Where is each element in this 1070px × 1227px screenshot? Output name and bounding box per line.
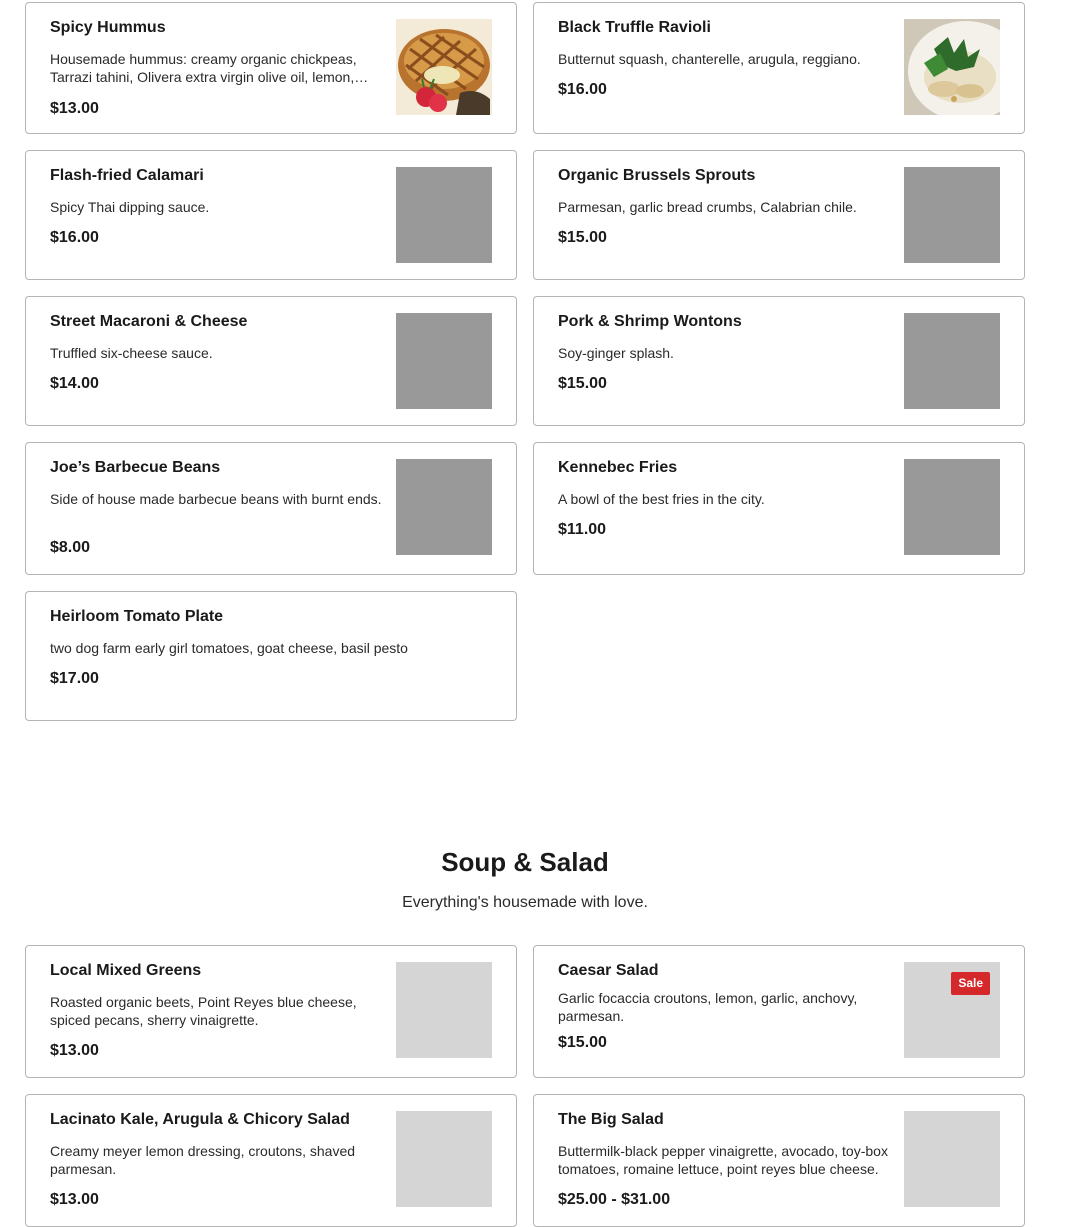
item-name: Heirloom Tomato Plate bbox=[50, 608, 224, 625]
item-description: Truffled six-cheese sauce. bbox=[50, 345, 213, 361]
menu-item-card[interactable]: Local Mixed Greens Roasted organic beets… bbox=[25, 945, 517, 1078]
item-description: Butternut squash, chanterelle, arugula, … bbox=[558, 51, 861, 67]
item-name: Pork & Shrimp Wontons bbox=[558, 313, 742, 330]
image-placeholder: Sale bbox=[904, 962, 1000, 1058]
menu-item-card[interactable]: Joe’s Barbecue Beans Side of house made … bbox=[25, 442, 517, 575]
image-placeholder bbox=[396, 962, 492, 1058]
item-description: A bowl of the best fries in the city. bbox=[558, 491, 765, 507]
image-placeholder bbox=[396, 459, 492, 555]
menu-item-card[interactable]: Kennebec Fries A bowl of the best fries … bbox=[533, 442, 1025, 575]
item-price: $16.00 bbox=[50, 229, 99, 246]
image-placeholder bbox=[396, 313, 492, 409]
item-name: Street Macaroni & Cheese bbox=[50, 313, 248, 330]
menu-item-card[interactable]: Heirloom Tomato Plate two dog farm early… bbox=[25, 591, 517, 721]
item-description: two dog farm early girl tomatoes, goat c… bbox=[50, 640, 408, 656]
menu-item-card[interactable]: Spicy Hummus Housemade hummus: creamy or… bbox=[25, 2, 517, 134]
item-image-hummus bbox=[396, 19, 492, 115]
item-description: Side of house made barbecue beans with b… bbox=[50, 491, 382, 507]
image-placeholder bbox=[904, 313, 1000, 409]
item-description: Soy-ginger splash. bbox=[558, 345, 674, 361]
menu-item-card[interactable]: Organic Brussels Sprouts Parmesan, garli… bbox=[533, 150, 1025, 280]
item-price: $13.00 bbox=[50, 1191, 99, 1208]
item-name: Local Mixed Greens bbox=[50, 962, 202, 979]
image-placeholder bbox=[904, 1111, 1000, 1207]
item-name: Spicy Hummus bbox=[50, 19, 166, 36]
image-placeholder bbox=[396, 1111, 492, 1207]
item-name: Black Truffle Ravioli bbox=[558, 19, 711, 36]
item-name: Kennebec Fries bbox=[558, 459, 678, 476]
menu-item-card[interactable]: Pork & Shrimp Wontons Soy-ginger splash.… bbox=[533, 296, 1025, 426]
section-title: Soup & Salad bbox=[441, 847, 609, 877]
item-price: $15.00 bbox=[558, 1034, 607, 1051]
image-placeholder bbox=[396, 167, 492, 263]
item-description: Spicy Thai dipping sauce. bbox=[50, 199, 210, 215]
item-name: Joe’s Barbecue Beans bbox=[50, 459, 221, 476]
item-name: Lacinato Kale, Arugula & Chicory Salad bbox=[50, 1111, 350, 1128]
menu-item-card[interactable]: Flash-fried Calamari Spicy Thai dipping … bbox=[25, 150, 517, 280]
item-price: $13.00 bbox=[50, 100, 99, 117]
item-name: Flash-fried Calamari bbox=[50, 167, 204, 184]
item-image-ravioli bbox=[904, 19, 1000, 115]
item-price: $14.00 bbox=[50, 375, 99, 392]
item-description: Housemade hummus: creamy organic chickpe… bbox=[50, 51, 357, 85]
menu-item-card[interactable]: Lacinato Kale, Arugula & Chicory Salad C… bbox=[25, 1094, 517, 1227]
item-name: Organic Brussels Sprouts bbox=[558, 167, 756, 184]
item-price: $15.00 bbox=[558, 229, 607, 246]
item-name: The Big Salad bbox=[558, 1111, 664, 1128]
item-price: $13.00 bbox=[50, 1042, 99, 1059]
item-price: $16.00 bbox=[558, 81, 607, 98]
item-price: $15.00 bbox=[558, 375, 607, 392]
menu-item-card[interactable]: Street Macaroni & Cheese Truffled six-ch… bbox=[25, 296, 517, 426]
item-price: $17.00 bbox=[50, 670, 99, 687]
item-description: Parmesan, garlic bread crumbs, Calabrian… bbox=[558, 199, 857, 215]
item-name: Caesar Salad bbox=[558, 962, 659, 979]
menu-item-card[interactable]: Black Truffle Ravioli Butternut squash, … bbox=[533, 2, 1025, 134]
item-description: Buttermilk-black pepper vinaigrette, avo… bbox=[558, 1143, 888, 1177]
item-description: Roasted organic beets, Point Reyes blue … bbox=[50, 994, 357, 1028]
image-placeholder bbox=[904, 459, 1000, 555]
menu-item-card[interactable]: Caesar Salad Garlic focaccia croutons, l… bbox=[533, 945, 1025, 1078]
item-description: Garlic focaccia croutons, lemon, garlic,… bbox=[558, 990, 858, 1024]
menu-item-card[interactable]: The Big Salad Buttermilk-black pepper vi… bbox=[533, 1094, 1025, 1227]
sale-badge: Sale bbox=[951, 972, 990, 995]
item-price: $11.00 bbox=[558, 521, 607, 538]
item-price: $25.00 - $31.00 bbox=[558, 1191, 671, 1208]
section-subtitle: Everything's housemade with love. bbox=[402, 894, 648, 911]
item-description: Creamy meyer lemon dressing, croutons, s… bbox=[50, 1143, 356, 1177]
image-placeholder bbox=[904, 167, 1000, 263]
item-price: $8.00 bbox=[50, 539, 91, 556]
